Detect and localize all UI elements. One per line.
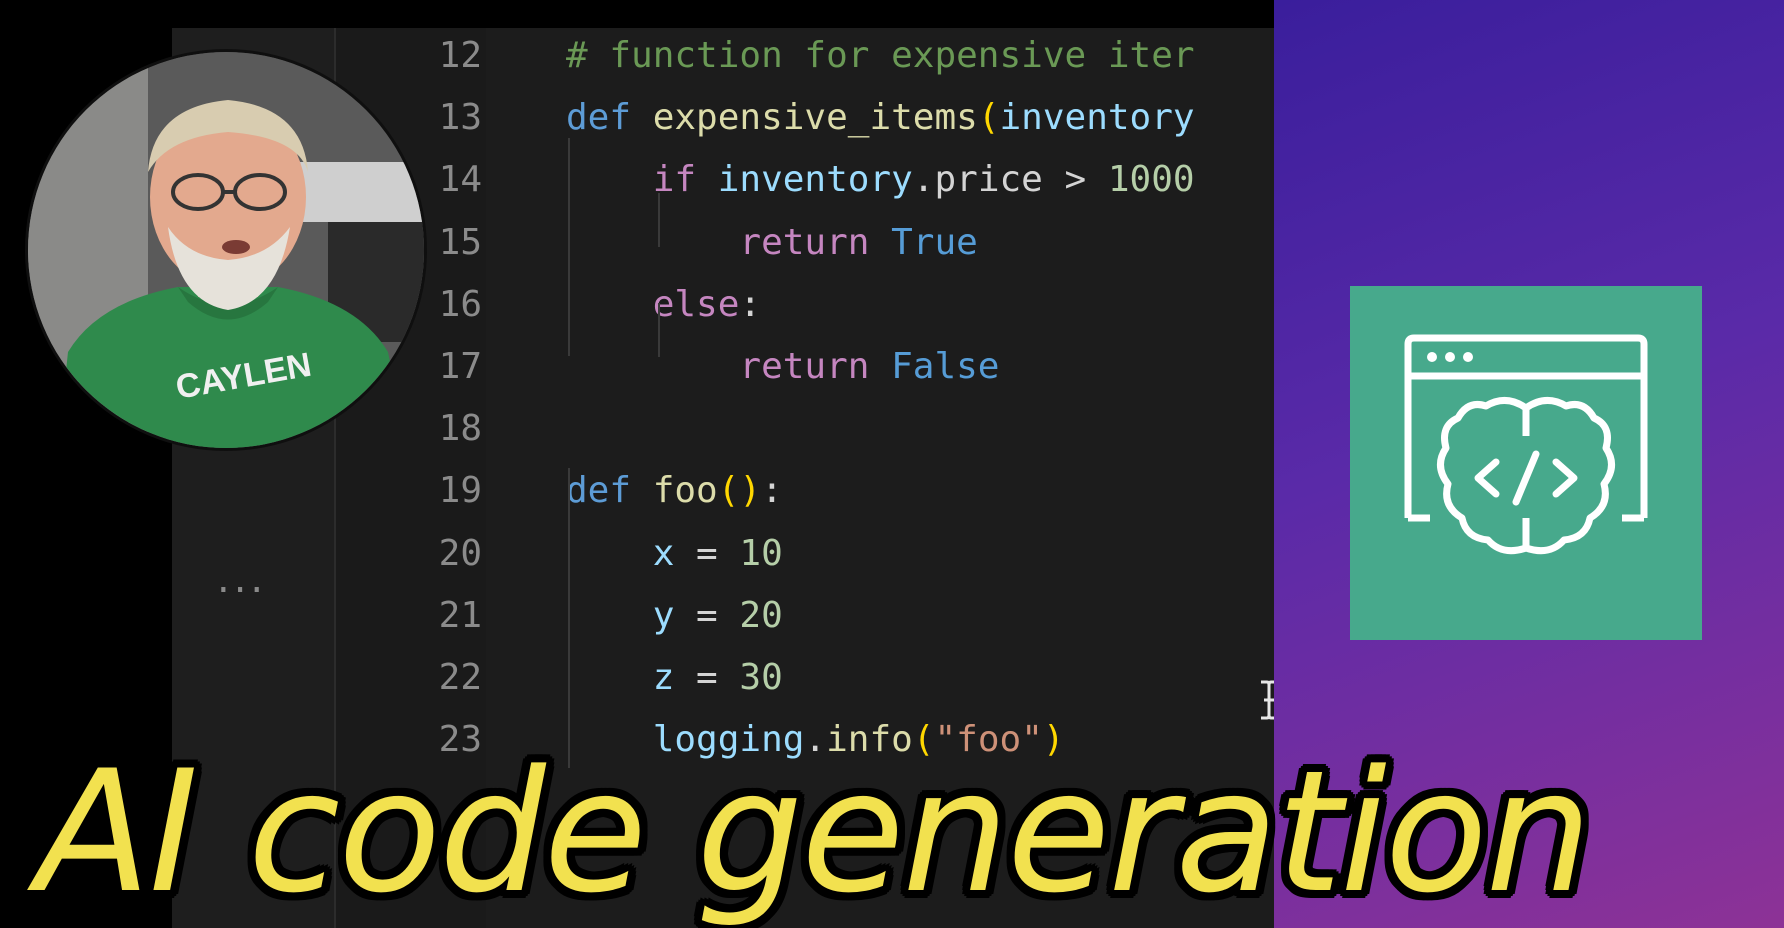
line-number: 20 [438,532,482,574]
indent-guide [568,468,570,768]
code-token: # function for expensive iter [566,35,1195,76]
presenter-webcam: CAYLEN [28,52,424,448]
text-cursor-icon [1261,680,1274,720]
code-token: x [566,532,675,574]
code-line[interactable]: else: [566,283,762,325]
code-token: return [566,346,892,387]
code-token: .price > [912,159,1108,201]
code-token: if [566,159,718,201]
code-token: ( [977,97,1000,139]
code-token: : [739,283,762,325]
code-token: () [717,470,762,512]
line-number: 19 [438,470,482,512]
video-thumbnail: ... 12 13 14 15 16 17 18 19 20 21 22 23 # function … [0,0,1784,928]
code-token: 20 [739,594,783,636]
code-token: def [566,470,653,512]
logo-tile [1350,286,1702,640]
code-line[interactable]: def foo(): [566,471,783,511]
line-number: 21 [438,594,482,636]
presenter-image: CAYLEN [28,52,424,448]
code-line[interactable]: if inventory.price > 1000 [566,160,1195,200]
code-line[interactable]: # function for expensive iter [566,36,1195,76]
code-token: 1000 [1107,159,1195,201]
code-token: = [674,532,740,574]
code-token: = [674,657,740,698]
code-token: return [566,221,892,263]
code-token: def [566,97,653,139]
code-token: foo [652,470,718,512]
code-token: 30 [739,657,783,698]
code-token: True [891,221,978,263]
code-line[interactable]: x = 10 [566,532,783,574]
indent-guide [658,193,660,247]
code-line[interactable]: y = 20 [566,594,783,636]
code-token: inventory [999,97,1195,139]
indent-guide [658,303,660,357]
indent-guide [568,138,570,356]
code-token: : [761,470,783,512]
code-token: = [674,594,740,636]
code-token: inventory [717,159,913,201]
code-token: else [566,283,740,325]
code-token: expensive_items [652,97,978,139]
code-line[interactable]: return False [566,347,999,387]
code-line[interactable]: def expensive_items(inventory [566,98,1195,138]
code-token: z [566,657,675,698]
code-line[interactable]: z = 30 [566,658,783,698]
code-line[interactable]: return True [566,221,978,263]
code-token: y [566,594,675,636]
video-title-caption: AI code generation [36,734,1592,928]
line-number: 22 [438,657,482,698]
code-token: False [891,346,1000,387]
code-brain-browser-icon [1404,334,1648,555]
code-token: 10 [739,532,783,574]
